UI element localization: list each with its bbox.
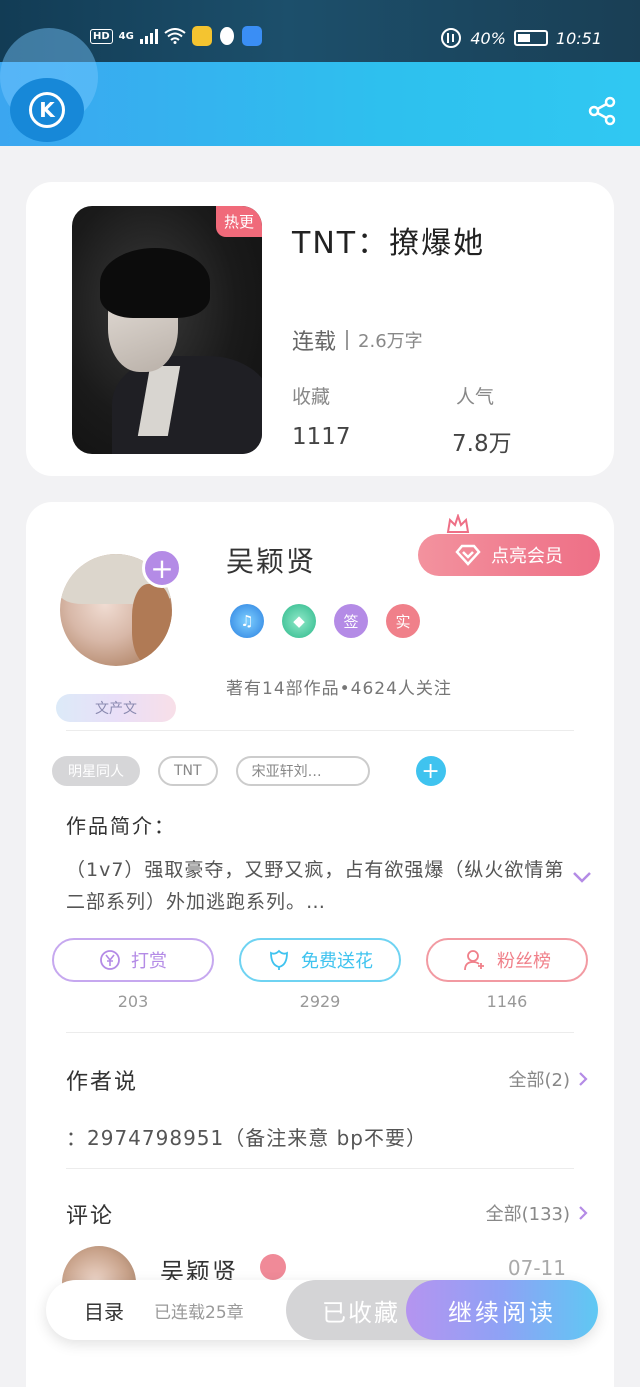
intro-text: （1v7）强取豪夺，又野又疯，占有欲强爆（纵火欲情第二部系列）外加逃跑系列。… [66, 859, 565, 913]
app-logo[interactable]: K [10, 78, 84, 142]
free-flower-label: 免费送花 [301, 951, 373, 972]
sign-badge[interactable]: 签 [334, 604, 368, 638]
share-icon[interactable] [586, 95, 618, 127]
author-says-text: ：2974798951（备注来意 bp不要） [66, 1126, 427, 1150]
word-count: 2.6万字 [358, 331, 423, 352]
hd-icon: HD [90, 28, 113, 44]
reward-button[interactable]: 打赏 [52, 938, 214, 982]
vip-button[interactable]: 点亮会员 [418, 534, 600, 576]
vip-button-label: 点亮会员 [491, 546, 563, 567]
add-tag-icon[interactable]: + [415, 756, 446, 786]
author-title-tag: 文产文 [56, 694, 176, 722]
fans-count: 1146 [486, 992, 528, 1011]
tag-list: 明星同人 TNT 宋亚轩刘… + [52, 756, 446, 786]
favorites-value: 1117 [292, 424, 351, 450]
vip-diamond-icon [260, 1254, 286, 1280]
diamond-badge-icon[interactable]: ◆ [282, 604, 316, 638]
comments-more-label: 全部(133) [485, 1204, 570, 1225]
tag-item[interactable]: 宋亚轩刘… [235, 756, 370, 786]
yen-icon [100, 950, 120, 970]
book-info-card: 热更 TNT：撩爆她 连载 2.6万字 收藏 1117 人气 7.8万 [26, 182, 614, 476]
verified-badge[interactable]: 实 [386, 604, 420, 638]
fans-ranking-button[interactable]: 粉丝榜 [426, 938, 588, 982]
divider [66, 1168, 574, 1169]
continue-reading-button[interactable]: 继续阅读 [406, 1280, 598, 1340]
popularity-label: 人气 [456, 386, 495, 408]
clock: 10:51 [555, 28, 602, 48]
comment-date: 07-11 [507, 1256, 566, 1280]
author-badges: ♫ ◆ 签 实 [230, 604, 420, 638]
music-app-icon [241, 26, 262, 46]
k-logo-icon: K [29, 92, 65, 128]
author-meta: 著有14部作品•4624人关注 [226, 679, 452, 699]
hot-update-tag: 热更 [215, 206, 262, 237]
intro-title: 作品简介： [66, 814, 176, 838]
chevron-down-icon[interactable] [572, 870, 592, 884]
comments-title: 评论 [66, 1204, 115, 1229]
status-right: 40% 10:51 [440, 27, 602, 49]
toc-button[interactable]: 目录 [84, 1296, 124, 1325]
reward-count: 203 [117, 992, 149, 1011]
favorites-label: 收藏 [292, 386, 331, 408]
chevron-right-icon [579, 1072, 588, 1086]
fan-user-icon [464, 950, 484, 971]
flower-icon [270, 949, 288, 970]
free-flower-button[interactable]: 免费送花 [239, 938, 401, 982]
book-status: 连载 2.6万字 [292, 324, 423, 356]
tag-item[interactable]: 明星同人 [52, 756, 140, 786]
wifi-icon [164, 28, 186, 44]
battery-icon [513, 30, 548, 46]
crown-icon [446, 514, 470, 533]
divider [66, 1032, 574, 1033]
book-cover[interactable]: 热更 [72, 206, 262, 454]
divider [66, 730, 574, 731]
battery-percent: 40% [470, 28, 506, 48]
reward-label: 打赏 [131, 951, 167, 972]
popularity-value: 7.8万 [452, 431, 512, 457]
hd-call-icon [441, 28, 462, 48]
serial-status: 连载 [292, 330, 337, 355]
bottom-action-bar: 目录 已连载25章 已收藏 继续阅读 [46, 1280, 598, 1340]
app-notification-icon [191, 26, 212, 46]
author-says-more-link[interactable]: 全部(2) [509, 1066, 589, 1092]
author-says-more-label: 全部(2) [508, 1070, 571, 1091]
author-says-title: 作者说 [66, 1070, 139, 1095]
music-badge-icon[interactable]: ♫ [230, 604, 264, 638]
diamond-icon [455, 544, 481, 566]
fans-ranking-label: 粉丝榜 [497, 951, 551, 972]
comments-more-link[interactable]: 全部(133) [486, 1200, 588, 1226]
author-card: + 文产文 吴颖贤 点亮会员 ♫ ◆ 签 实 著有14部作品•4624人关注 明… [26, 502, 614, 1387]
network-type: 4G [118, 30, 134, 42]
status-left: HD 4G [90, 26, 262, 46]
book-title: TNT：撩爆她 [292, 226, 486, 261]
status-bar: HD 4G 40% 10:51 [0, 0, 640, 62]
signal-icon [139, 28, 158, 44]
penguin-icon [219, 27, 234, 45]
author-name[interactable]: 吴颖贤 [226, 540, 316, 580]
chevron-right-icon [579, 1206, 588, 1220]
serial-chapter-count: 已连载25章 [154, 1303, 244, 1323]
flower-count: 2929 [299, 992, 341, 1011]
tag-item[interactable]: TNT [158, 756, 218, 786]
follow-plus-icon[interactable]: + [142, 548, 182, 588]
